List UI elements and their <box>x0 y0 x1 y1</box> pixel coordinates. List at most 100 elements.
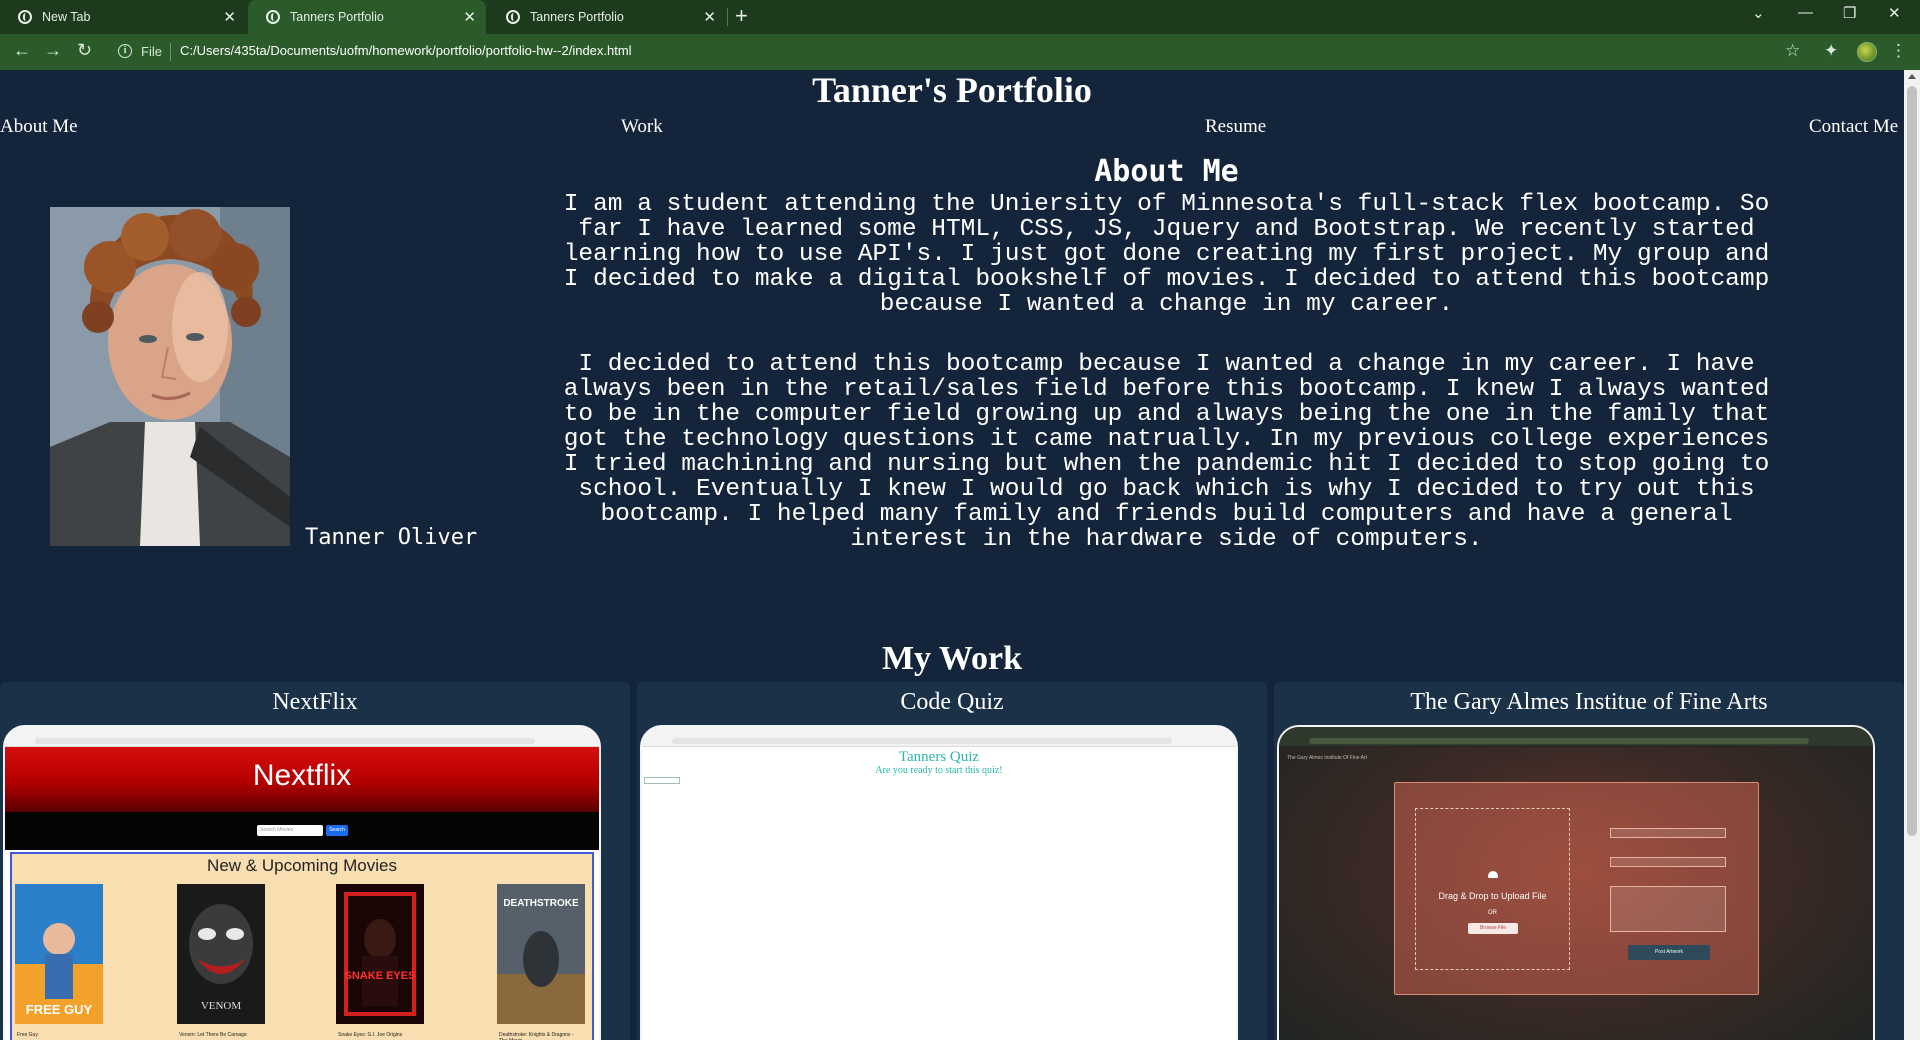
mini-url-bar <box>672 738 1172 744</box>
text-line: got the technology questions it came nat… <box>563 426 1770 453</box>
bookmark-star-icon[interactable]: ☆ <box>1785 41 1800 61</box>
new-tab-plus-icon[interactable]: + <box>735 3 748 29</box>
profile-name: Tanner Oliver <box>305 525 478 550</box>
minimize-icon[interactable]: — <box>1798 4 1813 21</box>
nextflix-search-button: Search <box>326 825 348 836</box>
mini-browser-chrome <box>642 727 1236 747</box>
tab-divider <box>727 8 728 26</box>
page-scrollbar[interactable] <box>1904 70 1920 1040</box>
tab-search-chevron-icon[interactable]: ⌄ <box>1752 4 1765 22</box>
project-card-code-quiz[interactable]: Code Quiz Tanners Quiz Are you ready to … <box>637 682 1267 1040</box>
work-heading: My Work <box>881 640 1023 677</box>
drop-zone-text: Drag & Drop to Upload File <box>1438 891 1547 901</box>
post-artwork-button: Post Artwork <box>1628 945 1710 960</box>
quiz-start-button <box>644 777 680 784</box>
scroll-up-arrow-icon[interactable] <box>1908 74 1916 79</box>
profile-photo-art <box>50 207 290 546</box>
menu-kebab-icon[interactable]: ⋮ <box>1890 41 1907 61</box>
text-line: learning how to use API's. I just got do… <box>563 241 1770 268</box>
restore-icon[interactable]: ❐ <box>1843 4 1856 22</box>
nextflix-section-heading: New & Upcoming Movies <box>207 856 397 875</box>
project-title: Code Quiz <box>900 689 1004 715</box>
project-card-gary-almes[interactable]: The Gary Almes Institue of Fine Arts The… <box>1274 682 1904 1040</box>
globe-icon <box>266 10 280 24</box>
text-line: I am a student attending the Uniersity o… <box>563 191 1770 218</box>
extensions-puzzle-icon[interactable]: ✦ <box>1824 41 1838 61</box>
about-heading: About Me <box>1094 154 1239 189</box>
mini-browser-chrome <box>5 727 599 747</box>
address-bar[interactable]: C:/Users/435ta/Documents/uofm/homework/p… <box>180 43 632 58</box>
profile-avatar[interactable] <box>1857 42 1877 62</box>
poster-caption: Deathstroke: Knights & Dragons - The Mov… <box>499 1032 574 1040</box>
forward-arrow-icon[interactable]: → <box>44 40 62 61</box>
poster-snake-eyes: SNAKE EYES <box>336 884 424 1024</box>
tab-close-icon[interactable]: ✕ <box>223 8 236 26</box>
drop-zone-or: OR <box>1488 910 1497 916</box>
scrollbar-thumb[interactable] <box>1907 86 1917 836</box>
gallery-nav-title: The Gary Almes Institute Of Fine Art <box>1287 755 1368 761</box>
artist-field <box>1610 828 1726 838</box>
drop-zone: Drag & Drop to Upload File OR Browse Fil… <box>1415 808 1570 970</box>
mini-browser-chrome <box>1279 727 1873 747</box>
reload-icon[interactable]: ↻ <box>77 40 92 61</box>
text-line: bootcamp. I helped many family and frien… <box>600 501 1733 528</box>
poster-art-text: VENOM <box>201 1000 242 1012</box>
tab-tanners-portfolio-active[interactable]: Tanners Portfolio ✕ <box>248 0 486 34</box>
url-divider <box>170 43 171 61</box>
browser-tabstrip: New Tab ✕ Tanners Portfolio ✕ Tanners Po… <box>0 0 1920 34</box>
cloud-upload-icon <box>1488 871 1498 878</box>
nextflix-search-input: Search Movies <box>257 825 323 836</box>
title-field <box>1610 857 1726 867</box>
site-title: Tanner's Portfolio <box>812 70 1092 110</box>
project-screenshot[interactable]: Nextflix Search Movies Search New & Upco… <box>3 725 601 1040</box>
back-arrow-icon[interactable]: ← <box>13 40 31 61</box>
portfolio-page: Tanner's Portfolio About Me Work Resume … <box>0 70 1904 1040</box>
site-info-icon[interactable]: i <box>118 44 132 58</box>
project-title: The Gary Almes Institue of Fine Arts <box>1410 689 1768 715</box>
poster-free-guy: FREE GUY <box>15 884 103 1024</box>
text-line: far I have learned some HTML, CSS, JS, J… <box>578 216 1755 243</box>
nav-about-me[interactable]: About Me <box>0 116 78 138</box>
project-title: NextFlix <box>272 689 358 715</box>
nav-resume[interactable]: Resume <box>1205 116 1266 138</box>
tab-new-tab[interactable]: New Tab ✕ <box>0 0 246 34</box>
globe-icon <box>506 10 520 24</box>
mini-url-bar <box>35 738 535 744</box>
poster-deathstroke: DEATHSTROKE <box>497 884 585 1024</box>
quiz-subheading: Are you ready to start this quiz! <box>875 765 1003 776</box>
profile-photo <box>50 207 290 546</box>
window-close-icon[interactable]: ✕ <box>1888 4 1901 22</box>
upload-panel: Drag & Drop to Upload File OR Browse Fil… <box>1394 782 1759 995</box>
nav-contact-me[interactable]: Contact Me <box>1809 116 1898 138</box>
chrome-icon <box>18 10 32 24</box>
tab-title: Tanners Portfolio <box>290 10 384 24</box>
tab-close-icon[interactable]: ✕ <box>703 8 716 26</box>
text-line: interest in the hardware side of compute… <box>850 526 1483 553</box>
tab-close-icon[interactable]: ✕ <box>463 8 476 26</box>
poster-art-text: FREE GUY <box>26 1002 93 1017</box>
description-field <box>1610 886 1726 932</box>
text-line: because I wanted a change in my career. <box>879 291 1454 318</box>
browse-file-button: Browse File <box>1468 923 1518 934</box>
nextflix-movies-section: New & Upcoming Movies FREE GUY Free Guy … <box>10 852 594 1040</box>
poster-caption: Snake Eyes: G.I. Joe Origins <box>338 1032 403 1038</box>
url-scheme-label: File <box>141 44 162 59</box>
text-line: I decided to attend this bootcamp becaus… <box>578 351 1755 378</box>
poster-art-text: DEATHSTROKE <box>503 898 579 909</box>
poster-caption: Free Guy <box>17 1032 38 1038</box>
text-line: I tried machining and nursing but when t… <box>563 451 1770 478</box>
text-line: to be in the computer field growing up a… <box>563 401 1770 428</box>
browser-toolbar: ← → ↻ i File C:/Users/435ta/Documents/uo… <box>0 34 1920 70</box>
about-paragraph-2: I decided to attend this bootcamp becaus… <box>549 352 1784 552</box>
text-line: always been in the retail/sales field be… <box>563 376 1770 403</box>
project-card-nextflix[interactable]: NextFlix Nextflix Search Movies Search N… <box>0 682 630 1040</box>
text-line: school. Eventually I knew I would go bac… <box>578 476 1755 503</box>
poster-venom: VENOM <box>177 884 265 1024</box>
tab-tanners-portfolio[interactable]: Tanners Portfolio ✕ <box>488 0 726 34</box>
about-paragraph-1: I am a student attending the Uniersity o… <box>549 192 1784 317</box>
nav-work[interactable]: Work <box>621 116 663 138</box>
nextflix-logo: Nextflix <box>252 759 352 792</box>
project-screenshot[interactable]: The Gary Almes Institute Of Fine Art Dra… <box>1277 725 1875 1040</box>
tab-title: Tanners Portfolio <box>530 10 624 24</box>
project-screenshot[interactable]: Tanners Quiz Are you ready to start this… <box>640 725 1238 1040</box>
